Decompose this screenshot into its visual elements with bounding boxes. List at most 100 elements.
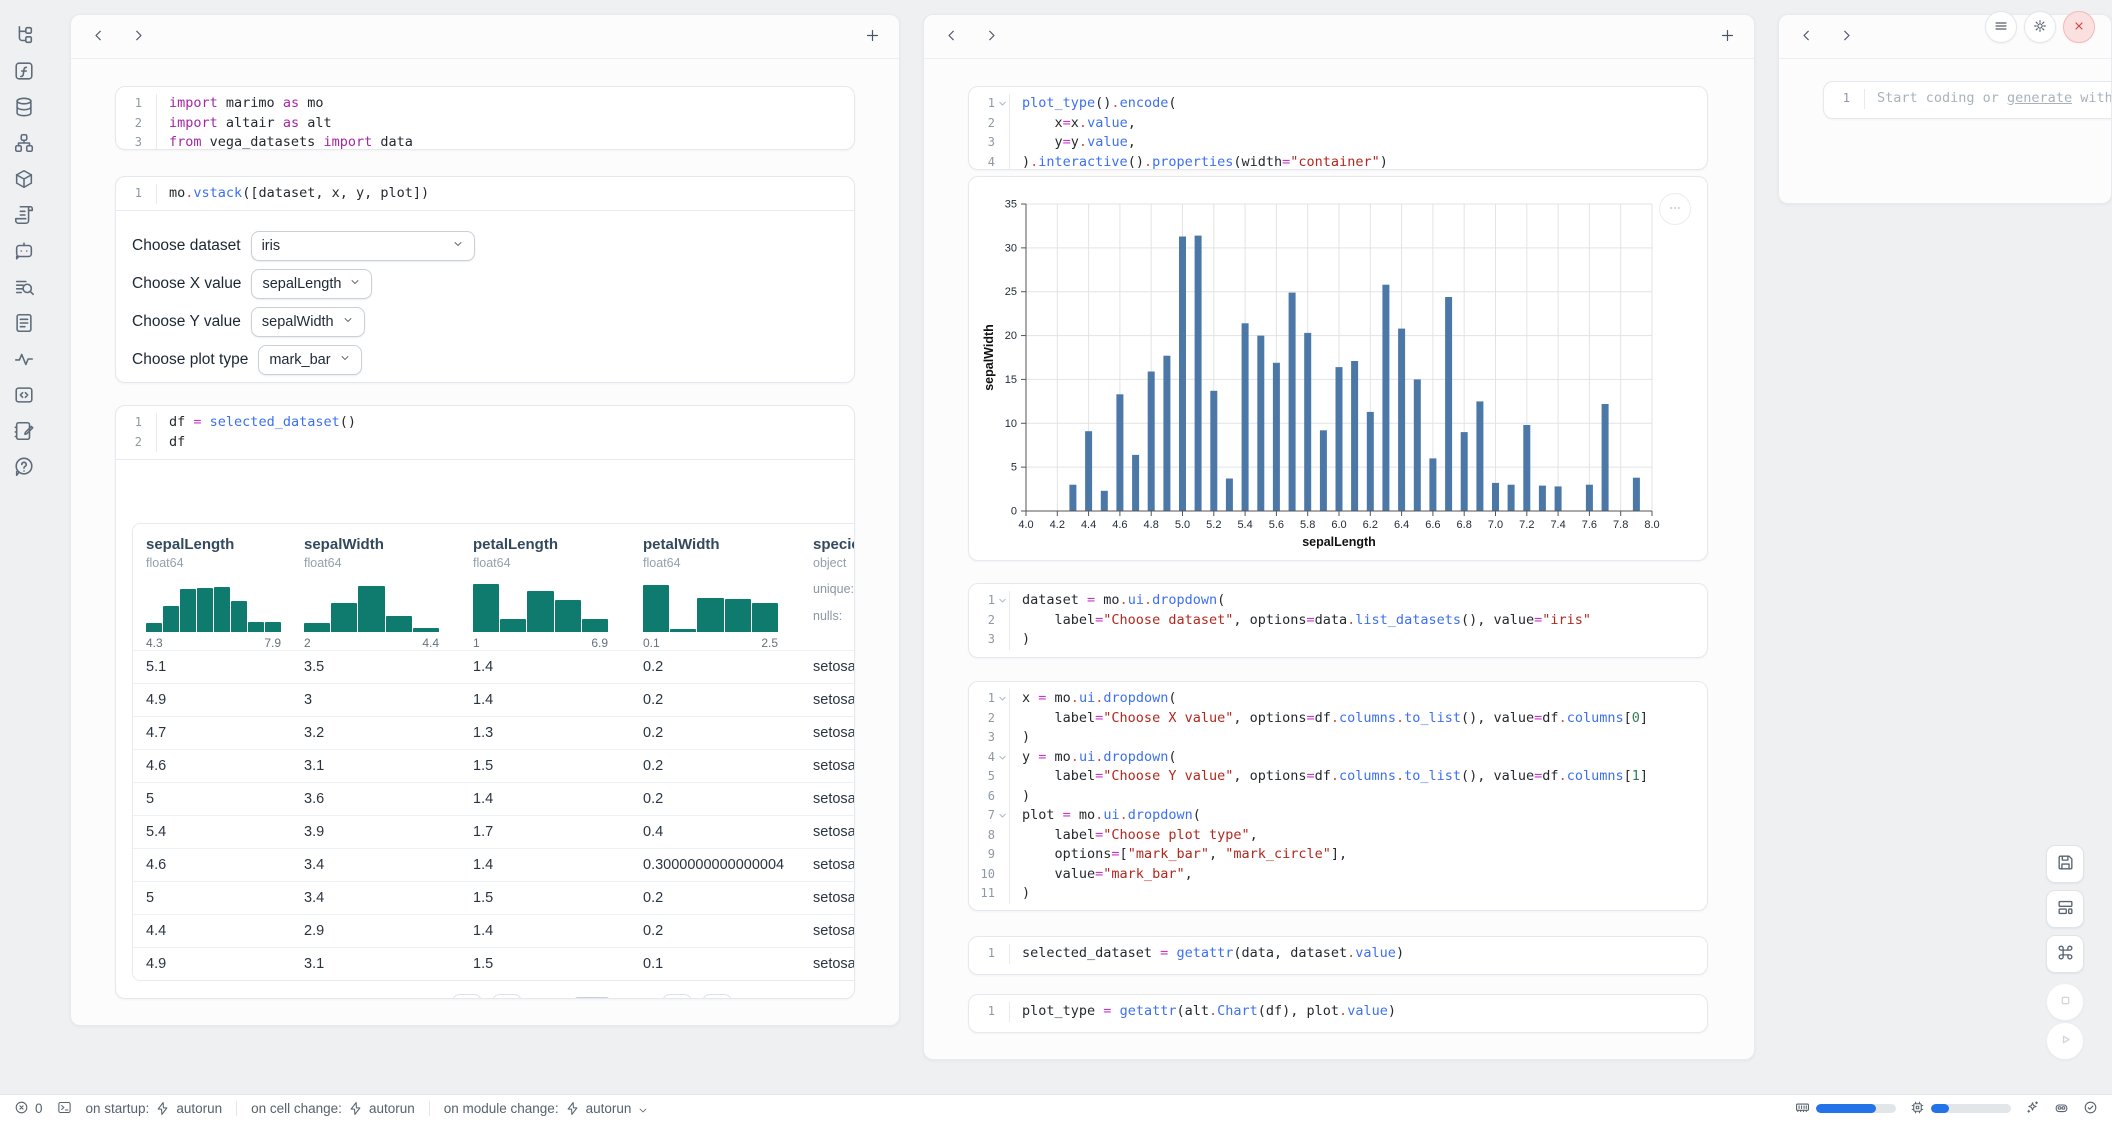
fold-chevron-icon[interactable]: [995, 806, 1009, 826]
table-row[interactable]: 5.13.51.40.2setosa: [133, 650, 855, 683]
sidebar-item-scratchpad[interactable]: [12, 420, 36, 444]
table-cell: 3.1: [291, 750, 460, 782]
table-cell: 0.2: [630, 783, 800, 815]
sidebar-item-snippets[interactable]: [12, 384, 36, 408]
code-line: 2df: [116, 433, 846, 453]
code-editor-plot-type[interactable]: 1plot_type = getattr(alt.Chart(df), plot…: [969, 995, 1707, 1028]
svg-text:5.8: 5.8: [1300, 519, 1315, 531]
panel3-next-button[interactable]: [1835, 26, 1857, 48]
sidebar-item-help[interactable]: [12, 456, 36, 480]
table-column-header[interactable]: petalWidthfloat640.12.5: [630, 524, 800, 650]
table-row[interactable]: 4.931.40.2setosa: [133, 683, 855, 716]
code-editor-vstack[interactable]: 1mo.vstack([dataset, x, y, plot]): [116, 177, 854, 210]
fold-spacer: [142, 94, 156, 114]
table-column-header[interactable]: sepalLengthfloat644.37.9: [133, 524, 291, 650]
runtime-config-2[interactable]: on module change:autorun: [444, 1101, 650, 1116]
sidebar-item-document[interactable]: [12, 312, 36, 336]
code-line: 2 label="Choose X value", options=df.col…: [969, 709, 1699, 729]
chevron-down-icon: [339, 352, 351, 368]
dropdown-choose-x-value[interactable]: sepalLength: [251, 269, 372, 299]
panel3-prev-button[interactable]: [1795, 26, 1817, 48]
panel1-prev-button[interactable]: [87, 26, 109, 48]
settings-button[interactable]: [2024, 11, 2056, 43]
sidebar-item-package[interactable]: [12, 168, 36, 192]
code-line: 2import altair as alt: [116, 114, 846, 134]
table-row[interactable]: 53.61.40.2setosa: [133, 782, 855, 815]
sidebar-item-file-tree[interactable]: [12, 24, 36, 48]
table-cell: 3.5: [291, 651, 460, 683]
dropdown-choose-plot-type[interactable]: mark_bar: [258, 345, 361, 375]
fold-chevron-icon[interactable]: [995, 689, 1009, 709]
run-button[interactable]: [2046, 1022, 2084, 1060]
table-column-header[interactable]: sepalWidthfloat6424.4: [291, 524, 460, 650]
code-editor-imports[interactable]: 1import marimo as mo2import altair as al…: [116, 87, 854, 150]
code-line: 3from vega_datasets import data: [116, 133, 846, 150]
last-page-button[interactable]: [702, 994, 732, 999]
dataframe-table: sepalLengthfloat644.37.9sepalWidthfloat6…: [132, 523, 855, 981]
fold-chevron-icon[interactable]: [995, 591, 1009, 611]
code-line: 7plot = mo.ui.dropdown(: [969, 806, 1699, 826]
sidebar-item-activity[interactable]: [12, 348, 36, 372]
code-editor-xyplot[interactable]: 1x = mo.ui.dropdown(2 label="Choose X va…: [969, 682, 1707, 910]
command-palette-button[interactable]: [2046, 935, 2084, 973]
svg-text:6.4: 6.4: [1394, 519, 1409, 531]
code-editor-df[interactable]: 1df = selected_dataset()2df: [116, 406, 854, 458]
cpu-usage-indicator: [1910, 1100, 2011, 1118]
copilot-button[interactable]: [2054, 1100, 2069, 1118]
page-select[interactable]: 1: [573, 997, 611, 1000]
fold-chevron-icon[interactable]: [995, 94, 1009, 114]
sidebar-item-logs[interactable]: [12, 276, 36, 300]
code-editor-selected[interactable]: 1selected_dataset = getattr(data, datase…: [969, 937, 1707, 970]
panel2-add-cell-button[interactable]: [1716, 26, 1738, 48]
runtime-config-1[interactable]: on cell change:autorun: [251, 1101, 415, 1116]
table-cell: 3.9: [291, 816, 460, 848]
table-row[interactable]: 4.93.11.50.1setosa: [133, 947, 855, 980]
next-page-button[interactable]: [662, 994, 692, 999]
table-row[interactable]: 4.73.21.30.2setosa: [133, 716, 855, 749]
dropdown-choose-y-value[interactable]: sepalWidth: [251, 307, 365, 337]
table-cell: 3.4: [291, 849, 460, 881]
panel2-prev-button[interactable]: [940, 26, 962, 48]
table-row[interactable]: 5.43.91.70.4setosa: [133, 815, 855, 848]
prev-page-button[interactable]: [492, 994, 522, 999]
sidebar-item-database[interactable]: [12, 96, 36, 120]
table-row[interactable]: 4.63.11.50.2setosa: [133, 749, 855, 782]
error-count-indicator[interactable]: 0: [14, 1100, 43, 1118]
table-column-header[interactable]: petalLengthfloat6416.9: [460, 524, 630, 650]
sidebar-item-dependency-graph[interactable]: [12, 132, 36, 156]
sidebar-item-chat[interactable]: [12, 240, 36, 264]
connection-status-button[interactable]: [2083, 1100, 2098, 1118]
code-editor-plot[interactable]: 1plot_type().encode(2 x=x.value,3 y=y.va…: [969, 87, 1707, 170]
table-cell: setosa: [800, 717, 855, 749]
panel1-next-button[interactable]: [127, 26, 149, 48]
code-line: 1plot_type = getattr(alt.Chart(df), plot…: [969, 1002, 1699, 1022]
table-column-header[interactable]: speciesobjectunique:nulls:: [800, 524, 855, 650]
svg-text:6.0: 6.0: [1331, 519, 1346, 531]
terminal-button[interactable]: [57, 1100, 72, 1118]
panel1-add-cell-button[interactable]: [861, 26, 883, 48]
stop-button[interactable]: [2046, 983, 2084, 1021]
code-line: 1plot_type().encode(: [969, 94, 1699, 114]
config-label: on cell change:: [251, 1101, 342, 1116]
table-row[interactable]: 53.41.50.2setosa: [133, 881, 855, 914]
chart-actions-button[interactable]: [1659, 193, 1691, 225]
first-page-button[interactable]: [452, 994, 482, 999]
save-button[interactable]: [2046, 845, 2084, 883]
layout-button[interactable]: [2046, 890, 2084, 928]
dropdown-choose-dataset[interactable]: iris: [251, 231, 475, 261]
panel2-next-button[interactable]: [980, 26, 1002, 48]
notebook-menu-button[interactable]: [1985, 11, 2017, 43]
sidebar-item-script[interactable]: [12, 204, 36, 228]
table-row[interactable]: 4.42.91.40.2setosa: [133, 914, 855, 947]
fold-chevron-icon[interactable]: [995, 748, 1009, 768]
code-editor-empty[interactable]: 1Start coding or generate with AI: [1824, 82, 2112, 115]
fold-spacer: [995, 767, 1009, 787]
table-cell: 5: [133, 882, 291, 914]
code-editor-dataset[interactable]: 1dataset = mo.ui.dropdown(2 label="Choos…: [969, 584, 1707, 656]
table-cell: setosa: [800, 684, 855, 716]
sidebar-item-function[interactable]: [12, 60, 36, 84]
close-panel-button[interactable]: [2063, 11, 2095, 43]
runtime-config-0[interactable]: on startup:autorun: [86, 1101, 223, 1116]
table-row[interactable]: 4.63.41.40.3000000000000004setosa: [133, 848, 855, 881]
ai-assistant-button[interactable]: [2025, 1100, 2040, 1118]
